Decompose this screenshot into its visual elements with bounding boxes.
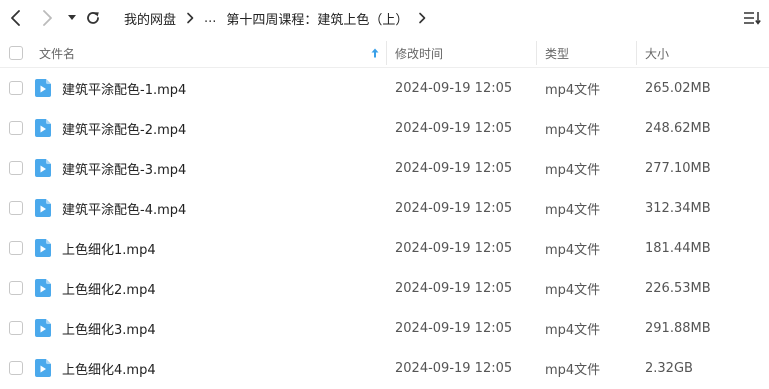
file-row[interactable]: 建筑平涂配色-4.mp4 2024-09-19 12:05 mp4文件 312.34M… <box>0 188 769 228</box>
sort-menu-icon <box>744 12 761 25</box>
refresh-button[interactable] <box>83 8 103 28</box>
forward-button[interactable] <box>37 8 57 28</box>
file-type: mp4文件 <box>545 362 601 378</box>
file-modified: 2024-09-19 12:05 <box>395 320 513 336</box>
column-divider[interactable] <box>636 41 637 65</box>
file-modified: 2024-09-19 12:05 <box>395 360 513 376</box>
video-file-icon <box>35 319 51 337</box>
column-type[interactable]: 类型 <box>545 38 569 68</box>
row-checkbox[interactable] <box>9 201 23 215</box>
column-modified[interactable]: 修改时间 <box>395 38 443 68</box>
file-row[interactable]: 建筑平涂配色-3.mp4 2024-09-19 12:05 mp4文件 277.10M… <box>0 148 769 188</box>
file-modified: 2024-09-19 12:05 <box>395 120 513 136</box>
history-dropdown-button[interactable] <box>62 8 82 28</box>
file-modified: 2024-09-19 12:05 <box>395 200 513 216</box>
row-checkbox[interactable] <box>9 241 23 255</box>
row-checkbox[interactable] <box>9 81 23 95</box>
file-size: 291.88MB <box>645 320 711 336</box>
file-row[interactable]: 上色细化2.mp4 2024-09-19 12:05 mp4文件 226.53MB <box>0 268 769 308</box>
file-row[interactable]: 上色细化3.mp4 2024-09-19 12:05 mp4文件 291.88MB <box>0 308 769 348</box>
file-type: mp4文件 <box>545 242 601 258</box>
video-file-icon <box>35 159 51 177</box>
file-name: 上色细化3.mp4 <box>62 322 156 338</box>
chevron-right-icon <box>418 12 426 24</box>
breadcrumb: 我的网盘 ... 第十四周课程：建筑上色（上） <box>124 9 436 28</box>
chevron-right-icon <box>43 10 52 26</box>
file-row[interactable]: 上色细化1.mp4 2024-09-19 12:05 mp4文件 181.44MB <box>0 228 769 268</box>
file-size: 248.62MB <box>645 120 711 136</box>
file-size: 181.44MB <box>645 240 711 256</box>
file-modified: 2024-09-19 12:05 <box>395 240 513 256</box>
video-file-icon <box>35 119 51 137</box>
breadcrumb-ellipsis[interactable]: ... <box>204 11 216 26</box>
file-name: 上色细化4.mp4 <box>62 362 156 378</box>
file-name: 上色细化2.mp4 <box>62 282 156 298</box>
file-type: mp4文件 <box>545 202 601 218</box>
row-checkbox[interactable] <box>9 121 23 135</box>
file-size: 277.10MB <box>645 160 711 176</box>
breadcrumb-current[interactable]: 第十四周课程：建筑上色（上） <box>226 9 408 28</box>
file-modified: 2024-09-19 12:05 <box>395 80 513 96</box>
file-row[interactable]: 建筑平涂配色-2.mp4 2024-09-19 12:05 mp4文件 248.62M… <box>0 108 769 148</box>
file-modified: 2024-09-19 12:05 <box>395 280 513 296</box>
file-row[interactable]: 上色细化4.mp4 2024-09-19 12:05 mp4文件 2.32GB <box>0 348 769 388</box>
file-size: 2.32GB <box>645 360 693 376</box>
file-size: 312.34MB <box>645 200 711 216</box>
video-file-icon <box>35 359 51 377</box>
file-name: 建筑平涂配色-1.mp4 <box>62 82 187 98</box>
column-size[interactable]: 大小 <box>645 38 669 68</box>
breadcrumb-root[interactable]: 我的网盘 <box>124 9 176 28</box>
chevron-right-icon <box>186 12 194 24</box>
caret-down-icon <box>68 15 76 20</box>
refresh-icon <box>87 12 99 24</box>
video-file-icon <box>35 79 51 97</box>
video-file-icon <box>35 279 51 297</box>
file-type: mp4文件 <box>545 162 601 178</box>
file-type: mp4文件 <box>545 322 601 338</box>
file-name: 建筑平涂配色-2.mp4 <box>62 122 187 138</box>
file-name: 建筑平涂配色-3.mp4 <box>62 162 187 178</box>
file-name: 上色细化1.mp4 <box>62 242 156 258</box>
select-all-checkbox[interactable] <box>9 46 23 60</box>
file-size: 265.02MB <box>645 80 711 96</box>
toolbar: 我的网盘 ... 第十四周课程：建筑上色（上） <box>0 0 769 36</box>
chevron-left-icon <box>11 10 20 26</box>
column-header: 文件名 修改时间 类型 大小 <box>0 38 769 68</box>
video-file-icon <box>35 239 51 257</box>
sort-menu-button[interactable] <box>743 10 761 26</box>
row-checkbox[interactable] <box>9 161 23 175</box>
video-file-icon <box>35 199 51 217</box>
column-divider[interactable] <box>386 41 387 65</box>
file-type: mp4文件 <box>545 122 601 138</box>
file-name: 建筑平涂配色-4.mp4 <box>62 202 187 218</box>
file-type: mp4文件 <box>545 82 601 98</box>
back-button[interactable] <box>6 8 26 28</box>
file-size: 226.53MB <box>645 280 711 296</box>
sort-ascending-icon[interactable] <box>371 38 379 68</box>
row-checkbox[interactable] <box>9 281 23 295</box>
row-checkbox[interactable] <box>9 361 23 375</box>
column-divider[interactable] <box>536 41 537 65</box>
file-type: mp4文件 <box>545 282 601 298</box>
file-modified: 2024-09-19 12:05 <box>395 160 513 176</box>
column-name[interactable]: 文件名 <box>39 38 75 68</box>
file-row[interactable]: 建筑平涂配色-1.mp4 2024-09-19 12:05 mp4文件 265.02M… <box>0 68 769 108</box>
row-checkbox[interactable] <box>9 321 23 335</box>
